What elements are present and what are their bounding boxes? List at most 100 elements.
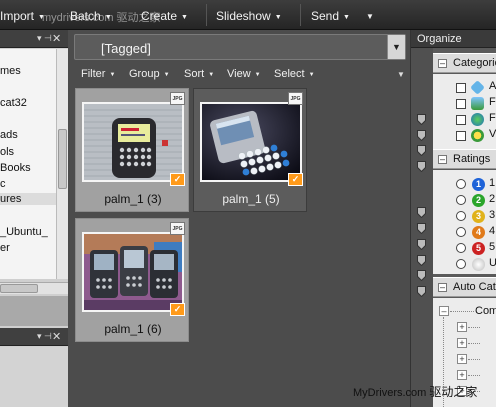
close-icon[interactable]: ✕ bbox=[52, 32, 61, 45]
organize-pane: Organize – Categorie A F F V – Ratings 1… bbox=[410, 30, 496, 407]
auto-categories-label: Auto Cat bbox=[453, 281, 496, 293]
tagged-check-icon[interactable]: ✓ bbox=[288, 173, 303, 186]
rating-label: 3 bbox=[489, 209, 496, 221]
tree-connector bbox=[468, 327, 480, 328]
thumbnail-item[interactable]: JPG ✓ palm_1 (3) bbox=[75, 88, 189, 212]
dropdown-arrow-icon[interactable]: ▼ bbox=[387, 35, 405, 59]
slideshow-menu[interactable]: Slideshow ▼ bbox=[216, 9, 282, 23]
close-icon[interactable]: ✕ bbox=[52, 330, 61, 343]
drag-handle-icon[interactable] bbox=[417, 161, 426, 172]
group-menu[interactable]: Group ▼ bbox=[129, 68, 170, 80]
drag-handle-icon[interactable] bbox=[417, 286, 426, 297]
organize-title: Organize bbox=[417, 33, 462, 45]
expand-icon[interactable]: + bbox=[457, 338, 467, 348]
tree-connector bbox=[468, 359, 480, 360]
folder-item[interactable]: _Ubuntu_ bbox=[0, 226, 48, 238]
tagged-check-icon[interactable]: ✓ bbox=[170, 173, 185, 186]
browser-toolbar: Filter ▼ Group ▼ Sort ▼ View ▼ Select ▼ ▼ bbox=[68, 64, 410, 84]
drag-handle-icon[interactable] bbox=[417, 130, 426, 141]
scrollbar-thumb[interactable] bbox=[58, 129, 67, 189]
pin-icon[interactable]: ▾ ⊣ bbox=[37, 33, 52, 44]
rating-radio[interactable] bbox=[456, 259, 466, 269]
thumbnail-item[interactable]: JPG ✓ palm_1 (5) bbox=[193, 88, 307, 212]
categories-list: A F F V bbox=[433, 74, 496, 150]
folder-item[interactable]: er bbox=[0, 242, 10, 254]
folder-horizontal-scrollbar[interactable] bbox=[0, 282, 68, 294]
thumbnail-label: palm_1 (6) bbox=[104, 322, 162, 336]
chevron-down-icon: ▼ bbox=[308, 72, 315, 78]
organize-titlebar: Organize bbox=[411, 30, 496, 48]
folder-item[interactable]: ols bbox=[0, 146, 14, 158]
expand-icon[interactable]: + bbox=[457, 370, 467, 380]
sort-menu[interactable]: Sort ▼ bbox=[184, 68, 214, 80]
collapse-icon[interactable]: – bbox=[439, 306, 449, 316]
globe-icon bbox=[471, 113, 484, 126]
view-menu[interactable]: View ▼ bbox=[227, 68, 261, 80]
auto-categories-section-header[interactable]: – Auto Cat bbox=[433, 277, 496, 297]
folder-pane: ▾ ⊣ ✕ mes cat32 ads ols Books c ures _Ub… bbox=[0, 30, 68, 407]
chevron-down-icon: ▼ bbox=[274, 14, 282, 21]
drag-handle-icon[interactable] bbox=[417, 255, 426, 266]
ratings-label: Ratings bbox=[453, 153, 491, 165]
drag-handle-icon[interactable] bbox=[417, 223, 426, 234]
collapse-icon[interactable]: – bbox=[438, 283, 447, 292]
auto-category-root[interactable]: Com bbox=[475, 305, 496, 317]
category-checkbox[interactable] bbox=[456, 131, 466, 141]
category-label: F bbox=[489, 96, 496, 108]
pane-divider bbox=[0, 296, 68, 326]
drag-handle-icon[interactable] bbox=[417, 145, 426, 156]
drag-handle-icon[interactable] bbox=[417, 239, 426, 250]
pin-icon[interactable]: ▾ ⊣ bbox=[37, 331, 52, 342]
folder-item[interactable]: c bbox=[0, 178, 6, 190]
category-checkbox[interactable] bbox=[456, 115, 466, 125]
more-chevron-icon[interactable]: ▼ bbox=[366, 12, 374, 21]
batch-menu[interactable]: Batch ▼ bbox=[70, 9, 112, 23]
folder-vertical-scrollbar[interactable] bbox=[56, 49, 68, 279]
tag-icon bbox=[470, 80, 485, 95]
folder-item[interactable]: ads bbox=[0, 129, 18, 141]
site-watermark: MyDrivers.com 驱动之家 bbox=[353, 383, 477, 400]
drag-handle-icon[interactable] bbox=[417, 270, 426, 281]
drag-handle-icon[interactable] bbox=[417, 114, 426, 125]
toolbar-separator bbox=[300, 4, 301, 26]
rating-radio[interactable] bbox=[456, 227, 466, 237]
collapse-icon[interactable]: – bbox=[438, 59, 447, 68]
jpg-file-icon: JPG bbox=[288, 92, 303, 105]
create-menu[interactable]: Create ▼ bbox=[141, 9, 188, 23]
more-chevron-icon[interactable]: ▼ bbox=[397, 70, 405, 79]
category-checkbox[interactable] bbox=[456, 83, 466, 93]
rating-radio[interactable] bbox=[456, 195, 466, 205]
folder-item[interactable]: cat32 bbox=[0, 97, 27, 109]
filter-menu[interactable]: Filter ▼ bbox=[81, 68, 115, 80]
thumbnail-item[interactable]: JPG ✓ palm_1 (6) bbox=[75, 218, 189, 342]
collapse-icon[interactable]: – bbox=[438, 155, 447, 164]
rating-3-icon: 3 bbox=[472, 210, 485, 223]
send-menu[interactable]: Send ▼ bbox=[311, 9, 350, 23]
expand-icon[interactable]: + bbox=[457, 322, 467, 332]
expand-icon[interactable]: + bbox=[457, 354, 467, 364]
ratings-list: 1 1 2 2 3 3 4 4 5 5 U bbox=[433, 170, 496, 274]
rating-radio[interactable] bbox=[456, 211, 466, 221]
select-menu[interactable]: Select ▼ bbox=[274, 68, 315, 80]
categories-section-header[interactable]: – Categorie bbox=[433, 53, 496, 73]
import-menu[interactable]: Import ▼ bbox=[0, 9, 45, 23]
photo-blackberry-newspaper bbox=[82, 102, 184, 182]
rating-radio[interactable] bbox=[456, 243, 466, 253]
folder-item[interactable]: mes bbox=[0, 65, 21, 77]
folder-tree: mes cat32 ads ols Books c ures _Ubuntu_ … bbox=[0, 49, 56, 279]
lower-pane-titlebar: ▾ ⊣ ✕ bbox=[0, 328, 68, 346]
tagged-check-icon[interactable]: ✓ bbox=[170, 303, 185, 316]
rating-radio[interactable] bbox=[456, 179, 466, 189]
folder-pane-titlebar: ▾ ⊣ ✕ bbox=[0, 30, 68, 48]
view-combobox[interactable]: [Tagged] ▼ bbox=[74, 34, 406, 60]
category-checkbox[interactable] bbox=[456, 99, 466, 109]
ratings-section-header[interactable]: – Ratings bbox=[433, 149, 496, 169]
folder-item[interactable]: ures bbox=[0, 193, 56, 205]
jpg-file-icon: JPG bbox=[170, 222, 185, 235]
rating-1-icon: 1 bbox=[472, 178, 485, 191]
folder-item[interactable]: Books bbox=[0, 162, 31, 174]
organize-drag-strip bbox=[411, 48, 433, 407]
scrollbar-thumb[interactable] bbox=[0, 284, 38, 293]
drag-handle-icon[interactable] bbox=[417, 207, 426, 218]
toolbar-separator bbox=[206, 4, 207, 26]
